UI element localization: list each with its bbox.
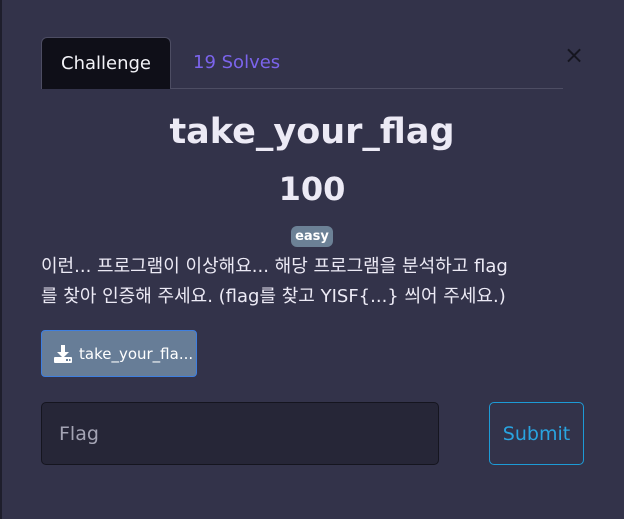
close-icon[interactable]: ×: [563, 42, 585, 68]
challenge-points: 100: [278, 170, 346, 208]
flag-input[interactable]: [41, 402, 439, 465]
difficulty-badge: easy: [291, 226, 333, 247]
challenge-description: 이런... 프로그램이 이상해요... 해당 프로그램을 분석하고 flag 를…: [41, 252, 591, 312]
tab-challenge[interactable]: Challenge: [41, 37, 171, 89]
challenge-title: take_your_flag: [169, 112, 455, 152]
tab-solves[interactable]: 19 Solves: [193, 37, 280, 89]
description-line: 이런... 프로그램이 이상해요... 해당 프로그램을 분석하고 flag: [41, 256, 508, 277]
challenge-tabs: Challenge 19 Solves: [41, 37, 563, 89]
download-icon: [54, 345, 72, 363]
modal-edge: [0, 0, 2, 519]
challenge-modal: × Challenge 19 Solves take_your_flag 100…: [0, 0, 624, 519]
submit-button[interactable]: Submit: [489, 402, 584, 465]
file-name-label: take_your_fla...: [79, 345, 194, 363]
download-file-button[interactable]: take_your_fla...: [41, 330, 197, 377]
description-line: 를 찾아 인증해 주세요. (flag를 찾고 YISF{...} 씌어 주세요…: [41, 286, 506, 307]
